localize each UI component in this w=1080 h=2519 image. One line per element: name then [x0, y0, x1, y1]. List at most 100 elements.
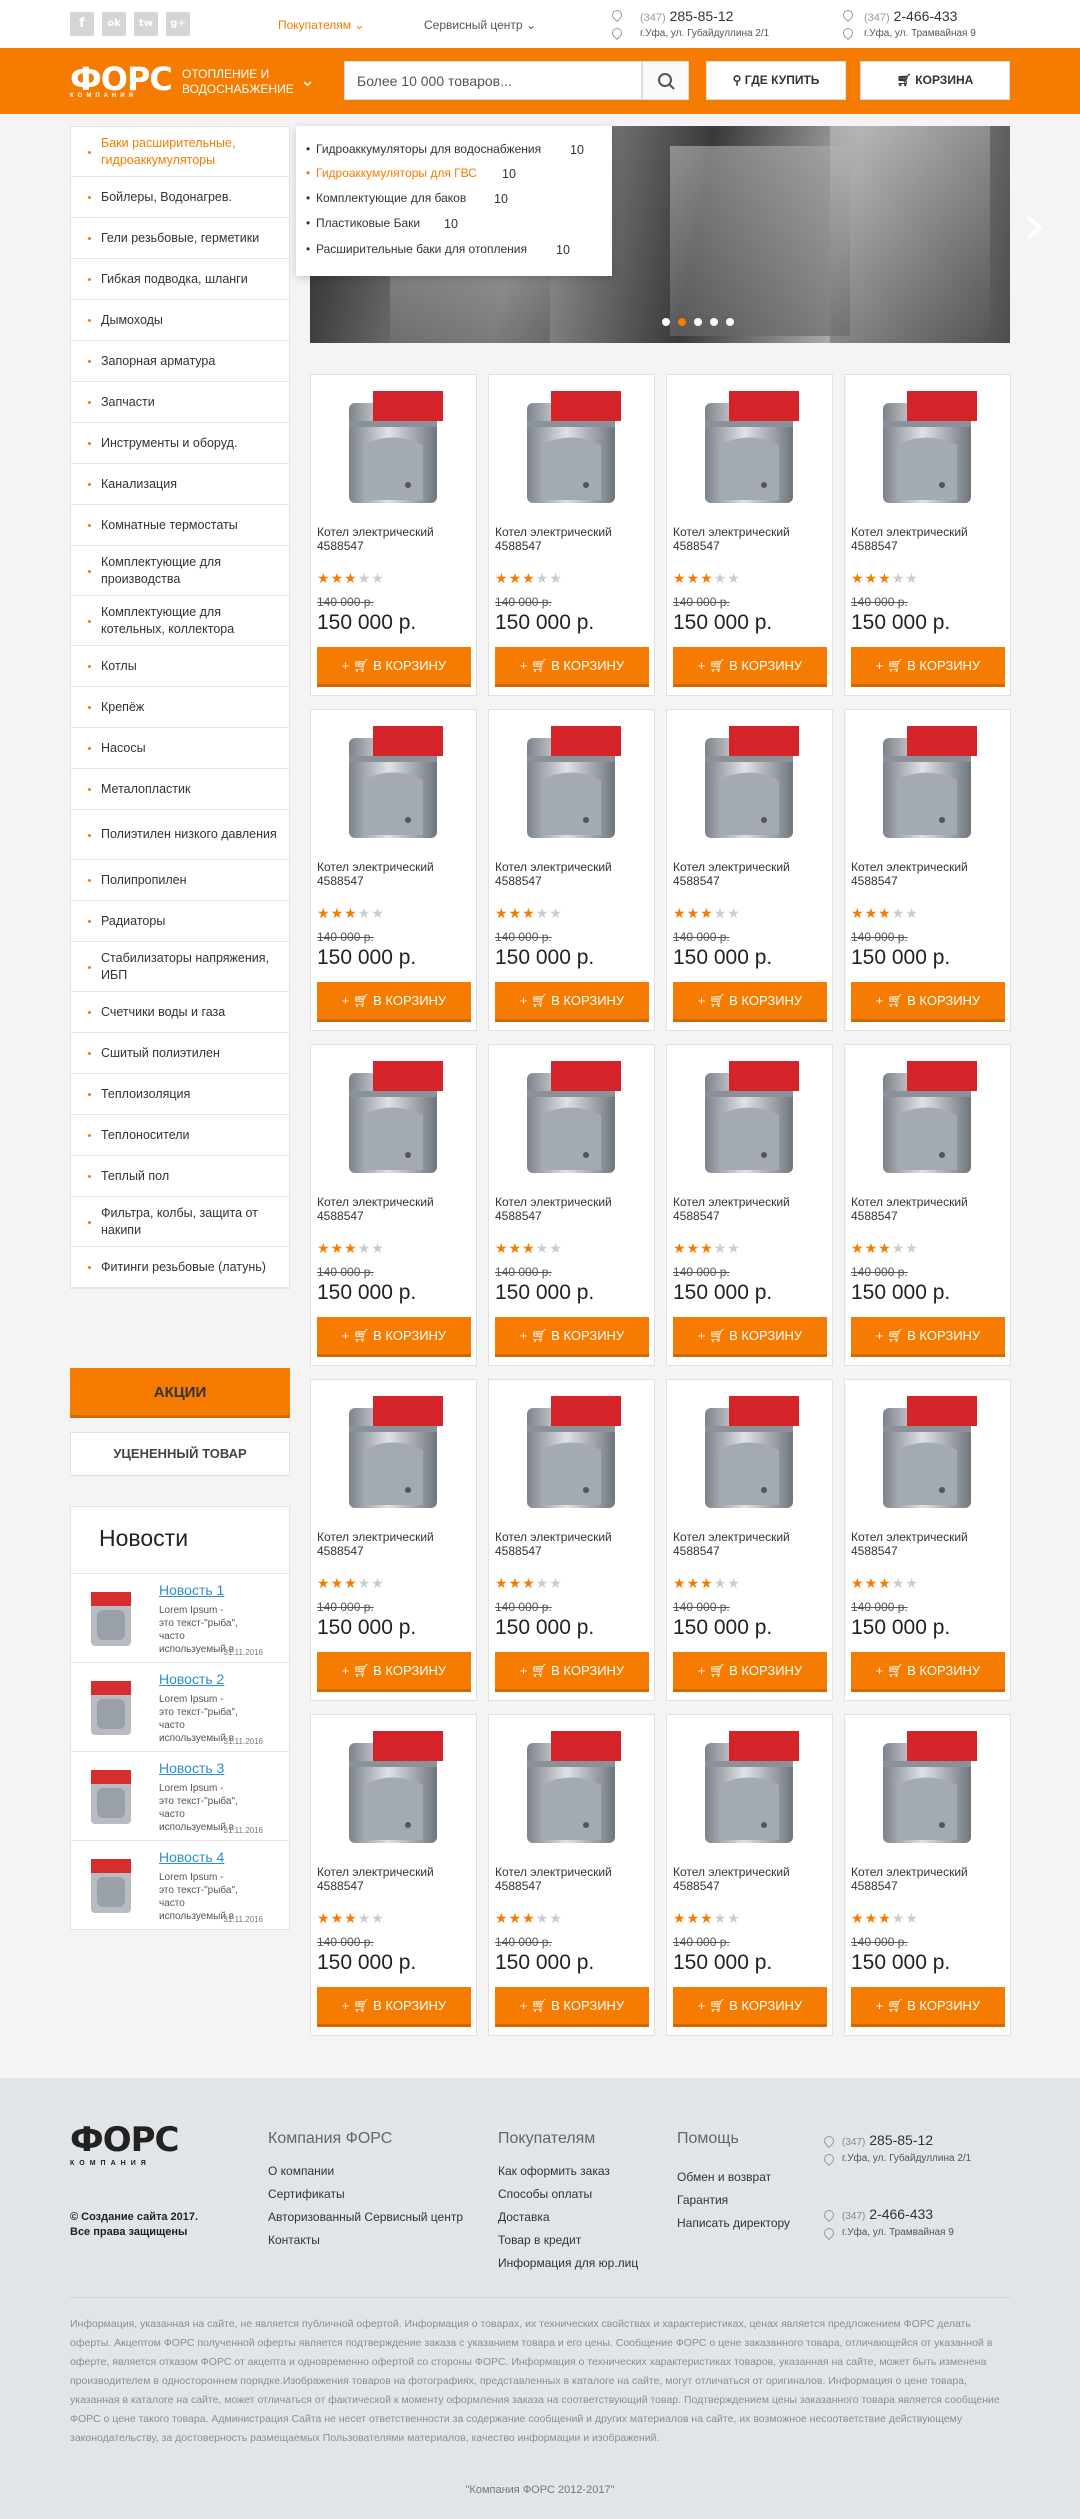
sidebar-category-item[interactable]: Металопластик [71, 769, 289, 810]
product-card[interactable]: Котел электрический 4588547 ★★★★★ 140 000 … [666, 1379, 833, 1701]
product-image[interactable] [867, 1390, 987, 1515]
product-name[interactable]: Котел электрический 4588547 [851, 525, 1006, 553]
sidebar-category-item[interactable]: Сшитый полиэтилен [71, 1033, 289, 1074]
add-to-cart-button[interactable]: + 🛒︎ В КОРЗИНУ [851, 1317, 1005, 1357]
slider-dot[interactable] [710, 318, 718, 326]
product-card[interactable]: Котел электрический 4588547 ★★★★★ 140 000 … [488, 374, 655, 696]
news-item[interactable]: Новость 3 Lorem Ipsum - это текст-"рыба",… [71, 1751, 289, 1841]
news-item-title[interactable]: Новость 2 [159, 1671, 224, 1687]
submenu-item[interactable]: Комплектующие для баков [306, 191, 466, 205]
sidebar-category-item[interactable]: Гибкая подводка, шланги [71, 259, 289, 300]
search-input[interactable]: Более 10 000 товаров... [344, 61, 642, 100]
product-card[interactable]: Котел электрический 4588547 ★★★★★ 140 000 … [844, 709, 1011, 1031]
where-buy-button[interactable]: ⚲ ГДЕ КУПИТЬ [706, 61, 846, 100]
footer-link[interactable]: Контакты [268, 2233, 320, 2247]
buyers-menu[interactable]: Покупателям ⌄ [278, 18, 364, 32]
product-image[interactable] [689, 1390, 809, 1515]
add-to-cart-button[interactable]: + 🛒︎ В КОРЗИНУ [851, 1652, 1005, 1692]
footer-logo[interactable]: ФОРС [70, 2120, 179, 2160]
product-name[interactable]: Котел электрический 4588547 [495, 1530, 650, 1558]
sidebar-category-item[interactable]: Насосы [71, 728, 289, 769]
add-to-cart-button[interactable]: + 🛒︎ В КОРЗИНУ [851, 1987, 1005, 2027]
sidebar-category-item[interactable]: Фильтра, колбы, защита от накипи [71, 1197, 289, 1247]
footer-link[interactable]: Доставка [498, 2210, 550, 2224]
add-to-cart-button[interactable]: + 🛒︎ В КОРЗИНУ [495, 1652, 649, 1692]
product-card[interactable]: Котел электрический 4588547 ★★★★★ 140 000 … [666, 709, 833, 1031]
submenu-item-active[interactable]: Гидроаккумуляторы для ГВС [306, 166, 477, 180]
twitter-icon[interactable]: tw [134, 12, 158, 36]
product-card[interactable]: Котел электрический 4588547 ★★★★★ 140 000 … [844, 1714, 1011, 2036]
add-to-cart-button[interactable]: + 🛒︎ В КОРЗИНУ [673, 1317, 827, 1357]
product-card[interactable]: Котел электрический 4588547 ★★★★★ 140 000 … [844, 374, 1011, 696]
product-name[interactable]: Котел электрический 4588547 [495, 860, 650, 888]
product-name[interactable]: Котел электрический 4588547 [851, 1865, 1006, 1893]
product-card[interactable]: Котел электрический 4588547 ★★★★★ 140 000 … [488, 1379, 655, 1701]
sidebar-category-item[interactable]: Баки расширительные, гидроаккумуляторы [71, 127, 289, 177]
footer-link[interactable]: О компании [268, 2164, 334, 2178]
facebook-icon[interactable]: f [70, 12, 94, 36]
product-image[interactable] [333, 385, 453, 510]
product-name[interactable]: Котел электрический 4588547 [851, 1530, 1006, 1558]
product-image[interactable] [511, 385, 631, 510]
add-to-cart-button[interactable]: + 🛒︎ В КОРЗИНУ [673, 1987, 827, 2027]
footer-link[interactable]: Товар в кредит [498, 2233, 581, 2247]
news-item[interactable]: Новость 2 Lorem Ipsum - это текст-"рыба",… [71, 1662, 289, 1752]
add-to-cart-button[interactable]: + 🛒︎ В КОРЗИНУ [495, 647, 649, 687]
submenu-item[interactable]: Гидроаккумуляторы для водоснабжения [306, 142, 541, 156]
footer-phone-2[interactable]: (347) 2-466-433 [842, 2206, 933, 2222]
slider-dot[interactable] [694, 318, 702, 326]
sidebar-category-item[interactable]: Фитинги резьбовые (латунь) [71, 1247, 289, 1288]
add-to-cart-button[interactable]: + 🛒︎ В КОРЗИНУ [317, 1652, 471, 1692]
footer-link[interactable]: Сертификаты [268, 2187, 345, 2201]
sidebar-category-item[interactable]: Стабилизаторы напряжения, ИБП [71, 942, 289, 992]
add-to-cart-button[interactable]: + 🛒︎ В КОРЗИНУ [317, 1317, 471, 1357]
product-card[interactable]: Котел электрический 4588547 ★★★★★ 140 000 … [488, 1714, 655, 2036]
add-to-cart-button[interactable]: + 🛒︎ В КОРЗИНУ [851, 982, 1005, 1022]
sidebar-category-item[interactable]: Гели резьбовые, герметики [71, 218, 289, 259]
product-name[interactable]: Котел электрический 4588547 [673, 525, 828, 553]
sidebar-category-item[interactable]: Инструменты и оборуд. [71, 423, 289, 464]
product-image[interactable] [511, 1390, 631, 1515]
product-image[interactable] [689, 385, 809, 510]
product-card[interactable]: Котел электрический 4588547 ★★★★★ 140 000 … [310, 374, 477, 696]
news-item-title[interactable]: Новость 4 [159, 1849, 224, 1865]
product-name[interactable]: Котел электрический 4588547 [851, 860, 1006, 888]
service-menu[interactable]: Сервисный центр ⌄ [424, 18, 536, 32]
product-image[interactable] [867, 1725, 987, 1850]
slider-dot-active[interactable] [678, 318, 686, 326]
sidebar-category-item[interactable]: Счетчики воды и газа [71, 992, 289, 1033]
add-to-cart-button[interactable]: + 🛒︎ В КОРЗИНУ [317, 647, 471, 687]
sidebar-category-item[interactable]: Запорная арматура [71, 341, 289, 382]
product-name[interactable]: Котел электрический 4588547 [317, 1530, 472, 1558]
product-card[interactable]: Котел электрический 4588547 ★★★★★ 140 000 … [666, 1044, 833, 1366]
product-card[interactable]: Котел электрический 4588547 ★★★★★ 140 000 … [310, 1044, 477, 1366]
sidebar-category-item[interactable]: Полиэтилен низкого давления [71, 810, 289, 860]
product-card[interactable]: Котел электрический 4588547 ★★★★★ 140 000 … [310, 1379, 477, 1701]
product-image[interactable] [333, 1390, 453, 1515]
product-card[interactable]: Котел электрический 4588547 ★★★★★ 140 000 … [844, 1044, 1011, 1366]
news-item-title[interactable]: Новость 1 [159, 1582, 224, 1598]
sidebar-category-item[interactable]: Теплоизоляция [71, 1074, 289, 1115]
sidebar-category-item[interactable]: Теплоносители [71, 1115, 289, 1156]
sidebar-category-item[interactable]: Канализация [71, 464, 289, 505]
product-name[interactable]: Котел электрический 4588547 [495, 1865, 650, 1893]
news-item[interactable]: Новость 4 Lorem Ipsum - это текст-"рыба",… [71, 1840, 289, 1930]
slider-dot[interactable] [662, 318, 670, 326]
footer-link[interactable]: Обмен и возврат [677, 2170, 771, 2184]
product-name[interactable]: Котел электрический 4588547 [673, 1865, 828, 1893]
add-to-cart-button[interactable]: + 🛒︎ В КОРЗИНУ [851, 647, 1005, 687]
product-card[interactable]: Котел электрический 4588547 ★★★★★ 140 000 … [666, 374, 833, 696]
logo[interactable]: ФОРС [70, 63, 173, 95]
sidebar-category-item[interactable]: Комплектующие для производства [71, 546, 289, 596]
sidebar-category-item[interactable]: Бойлеры, Водонагрев. [71, 177, 289, 218]
add-to-cart-button[interactable]: + 🛒︎ В КОРЗИНУ [673, 1652, 827, 1692]
product-image[interactable] [333, 1055, 453, 1180]
news-item-title[interactable]: Новость 3 [159, 1760, 224, 1776]
sidebar-category-item[interactable]: Теплый пол [71, 1156, 289, 1197]
product-card[interactable]: Котел электрический 4588547 ★★★★★ 140 000 … [310, 1714, 477, 2036]
footer-link[interactable]: Способы оплаты [498, 2187, 592, 2201]
product-name[interactable]: Котел электрический 4588547 [317, 1865, 472, 1893]
sidebar-category-item[interactable]: Комнатные термостаты [71, 505, 289, 546]
news-item[interactable]: Новость 1 Lorem Ipsum - это текст-"рыба",… [71, 1573, 289, 1663]
product-card[interactable]: Котел электрический 4588547 ★★★★★ 140 000 … [310, 709, 477, 1031]
